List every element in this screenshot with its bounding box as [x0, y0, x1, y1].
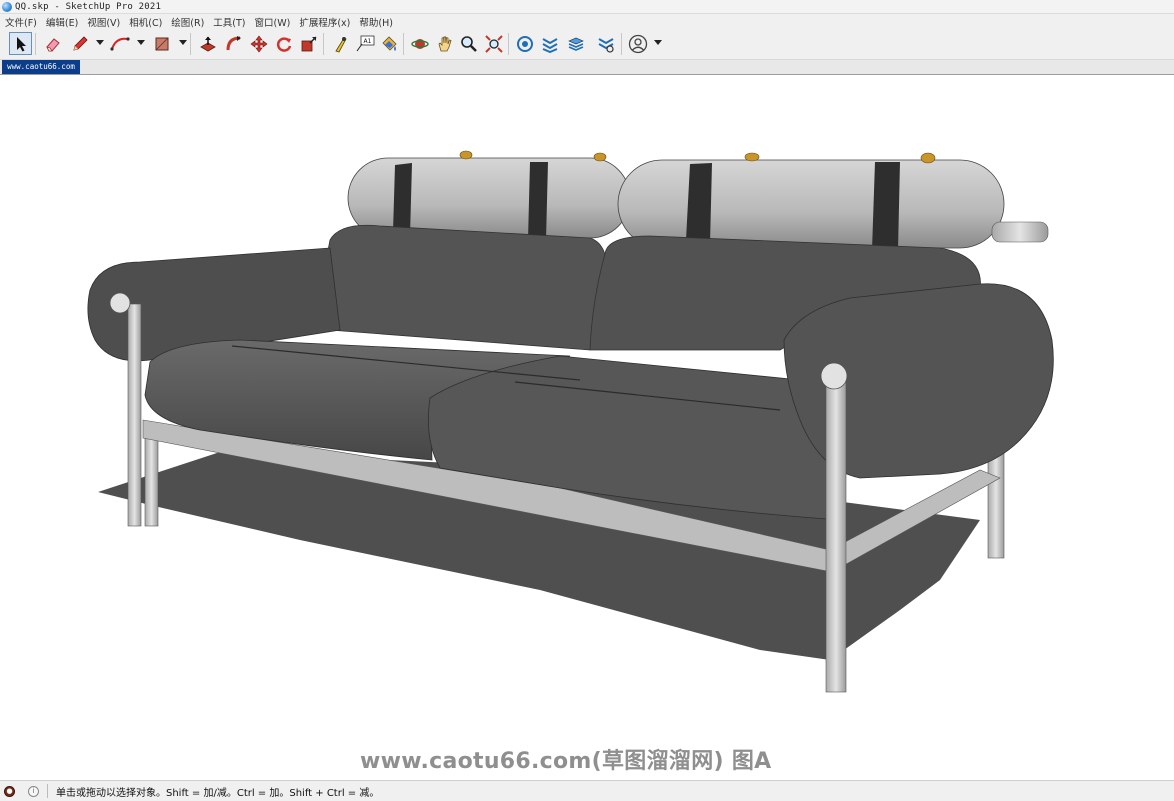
rotate-tool-button[interactable] — [272, 32, 295, 55]
zoom-tool-button[interactable] — [457, 32, 480, 55]
extension-manager-icon — [598, 37, 614, 53]
tape-measure-tool-button[interactable] — [328, 32, 351, 55]
bolster-pillow-right — [617, 152, 1005, 250]
follow-me-tool-button[interactable] — [222, 32, 245, 55]
account-button[interactable] — [626, 32, 649, 55]
main-toolbar: A1 — [0, 29, 1174, 60]
pencil-icon — [72, 35, 88, 51]
status-text: 单击或拖动以选择对象。Shift = 加/减。Ctrl = 加。Shift + … — [56, 787, 380, 799]
select-arrow-icon — [16, 36, 26, 51]
push-pull-tool-button[interactable] — [196, 32, 219, 55]
toolbar-separator — [190, 33, 191, 55]
pan-icon — [438, 35, 451, 51]
menu-file[interactable]: 文件(F) — [1, 15, 41, 29]
menu-camera[interactable]: 相机(C) — [125, 15, 166, 29]
menu-edit[interactable]: 编辑(E) — [42, 15, 82, 29]
pan-tool-button[interactable] — [433, 32, 456, 55]
extension-warehouse-icon — [542, 37, 557, 53]
account-icon — [628, 34, 647, 53]
eraser-tool-button[interactable] — [41, 32, 64, 55]
watermark-text: www.caotu66.com(草图溜溜网) 图A — [360, 749, 772, 774]
warehouse-icon — [516, 35, 533, 52]
menu-view[interactable]: 视图(V) — [83, 15, 124, 29]
arc-icon — [109, 36, 130, 51]
menu-draw[interactable]: 绘图(R) — [167, 15, 208, 29]
rectangle-icon — [155, 37, 168, 50]
paint-bucket-tool-button[interactable] — [377, 32, 400, 55]
menu-bar: 文件(F) 编辑(E) 视图(V) 相机(C) 绘图(R) 工具(T) 窗口(W… — [0, 14, 1174, 29]
document-tab[interactable]: www.caotu66.com — [2, 60, 80, 74]
pencil-tool-button[interactable] — [68, 32, 91, 55]
toolbar-separator — [35, 33, 36, 55]
orbit-icon — [410, 38, 429, 49]
scale-tool-button[interactable] — [297, 32, 320, 55]
back-cushion-left — [323, 224, 608, 351]
tape-measure-icon — [334, 36, 347, 52]
window-title: QQ.skp - SketchUp Pro 2021 — [15, 1, 162, 12]
rotate-icon — [276, 36, 291, 52]
toolbar-separator — [621, 33, 622, 55]
model-viewport[interactable] — [0, 75, 1174, 780]
status-bar: ● i 单击或拖动以选择对象。Shift = 加/减。Ctrl = 加。Shif… — [0, 780, 1174, 801]
document-tab-strip: www.caotu66.com — [0, 60, 1174, 75]
toolbar-separator — [508, 33, 509, 55]
arc-dropdown-caret[interactable] — [137, 40, 145, 45]
toolbar-separator — [323, 33, 324, 55]
back-left-leg — [144, 427, 159, 527]
rectangle-dropdown-caret[interactable] — [179, 40, 187, 45]
geo-location-icon[interactable]: ● — [4, 785, 15, 797]
menu-window[interactable]: 窗口(W) — [251, 15, 295, 29]
pencil-dropdown-caret[interactable] — [96, 40, 104, 45]
layout-button[interactable] — [564, 32, 587, 55]
3d-warehouse-button[interactable] — [513, 32, 536, 55]
sketchup-app-icon — [2, 1, 12, 12]
front-right-leg — [825, 379, 847, 693]
text-tool-button[interactable]: A1 — [353, 32, 376, 55]
text-tool-label: A1 — [363, 38, 371, 45]
zoom-extents-tool-button[interactable] — [482, 32, 505, 55]
follow-me-icon — [226, 35, 241, 50]
select-tool-button[interactable] — [9, 32, 32, 55]
status-separator — [47, 784, 48, 798]
toolbar-separator — [403, 33, 404, 55]
front-left-leg — [127, 303, 142, 527]
back-top-rail — [991, 221, 1049, 243]
menu-help[interactable]: 帮助(H) — [355, 15, 397, 29]
orbit-tool-button[interactable] — [408, 32, 431, 55]
info-icon[interactable]: i — [28, 785, 39, 797]
right-arm-rail-cap — [820, 362, 848, 390]
zoom-icon — [460, 35, 477, 52]
menu-tools[interactable]: 工具(T) — [209, 15, 249, 29]
title-bar: QQ.skp - SketchUp Pro 2021 — [0, 0, 1174, 14]
menu-extensions[interactable]: 扩展程序(x) — [295, 15, 354, 29]
left-arm-rail-cap — [109, 292, 131, 314]
push-pull-icon — [199, 36, 216, 51]
eraser-icon — [45, 37, 60, 51]
text-icon: A1 — [356, 35, 374, 51]
sofa-3d-model — [87, 150, 1054, 693]
rectangle-tool-button[interactable] — [150, 32, 173, 55]
scale-icon — [301, 36, 316, 51]
account-dropdown-caret[interactable] — [654, 40, 662, 45]
arc-tool-button[interactable] — [108, 32, 131, 55]
zoom-extents-icon — [484, 34, 503, 53]
extension-manager-button[interactable] — [594, 32, 617, 55]
paint-bucket-icon — [381, 35, 397, 51]
layout-icon — [567, 37, 584, 51]
extension-warehouse-button[interactable] — [538, 32, 561, 55]
move-tool-button[interactable] — [247, 32, 270, 55]
move-icon — [250, 35, 267, 52]
